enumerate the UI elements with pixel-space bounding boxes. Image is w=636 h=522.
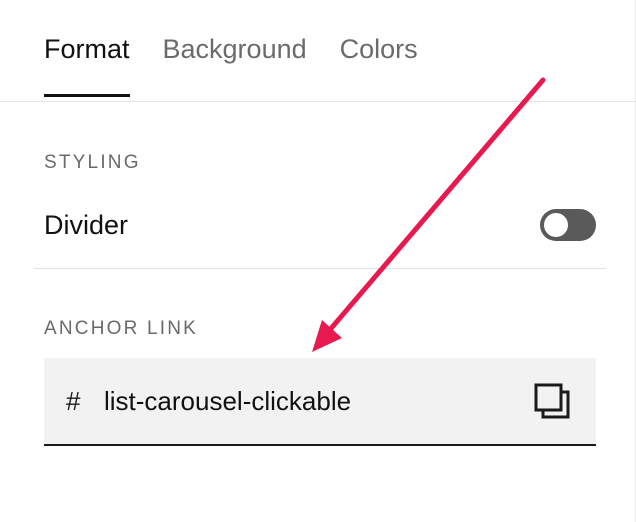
hash-prefix: # [66, 385, 81, 416]
tab-background[interactable]: Background [163, 30, 307, 96]
divider-toggle[interactable] [540, 209, 596, 241]
tab-bar: Format Background Colors [44, 30, 451, 97]
tab-format[interactable]: Format [44, 30, 130, 97]
copy-icon [534, 383, 570, 419]
anchor-link-field[interactable]: # list-carousel-clickable [44, 358, 596, 446]
copy-button[interactable] [532, 381, 572, 421]
tabs-divider [0, 101, 636, 102]
divider-label: Divider [44, 209, 129, 240]
anchor-link-value[interactable]: list-carousel-clickable [104, 386, 532, 417]
styling-section-label: STYLING [44, 152, 141, 173]
divider-setting-row: Divider [44, 206, 596, 244]
section-settings-panel: Format Background Colors STYLING Divider… [0, 0, 636, 522]
tab-colors[interactable]: Colors [340, 30, 418, 96]
section-divider [34, 268, 606, 269]
toggle-knob [544, 213, 568, 237]
anchor-link-section-label: ANCHOR LINK [44, 318, 199, 339]
